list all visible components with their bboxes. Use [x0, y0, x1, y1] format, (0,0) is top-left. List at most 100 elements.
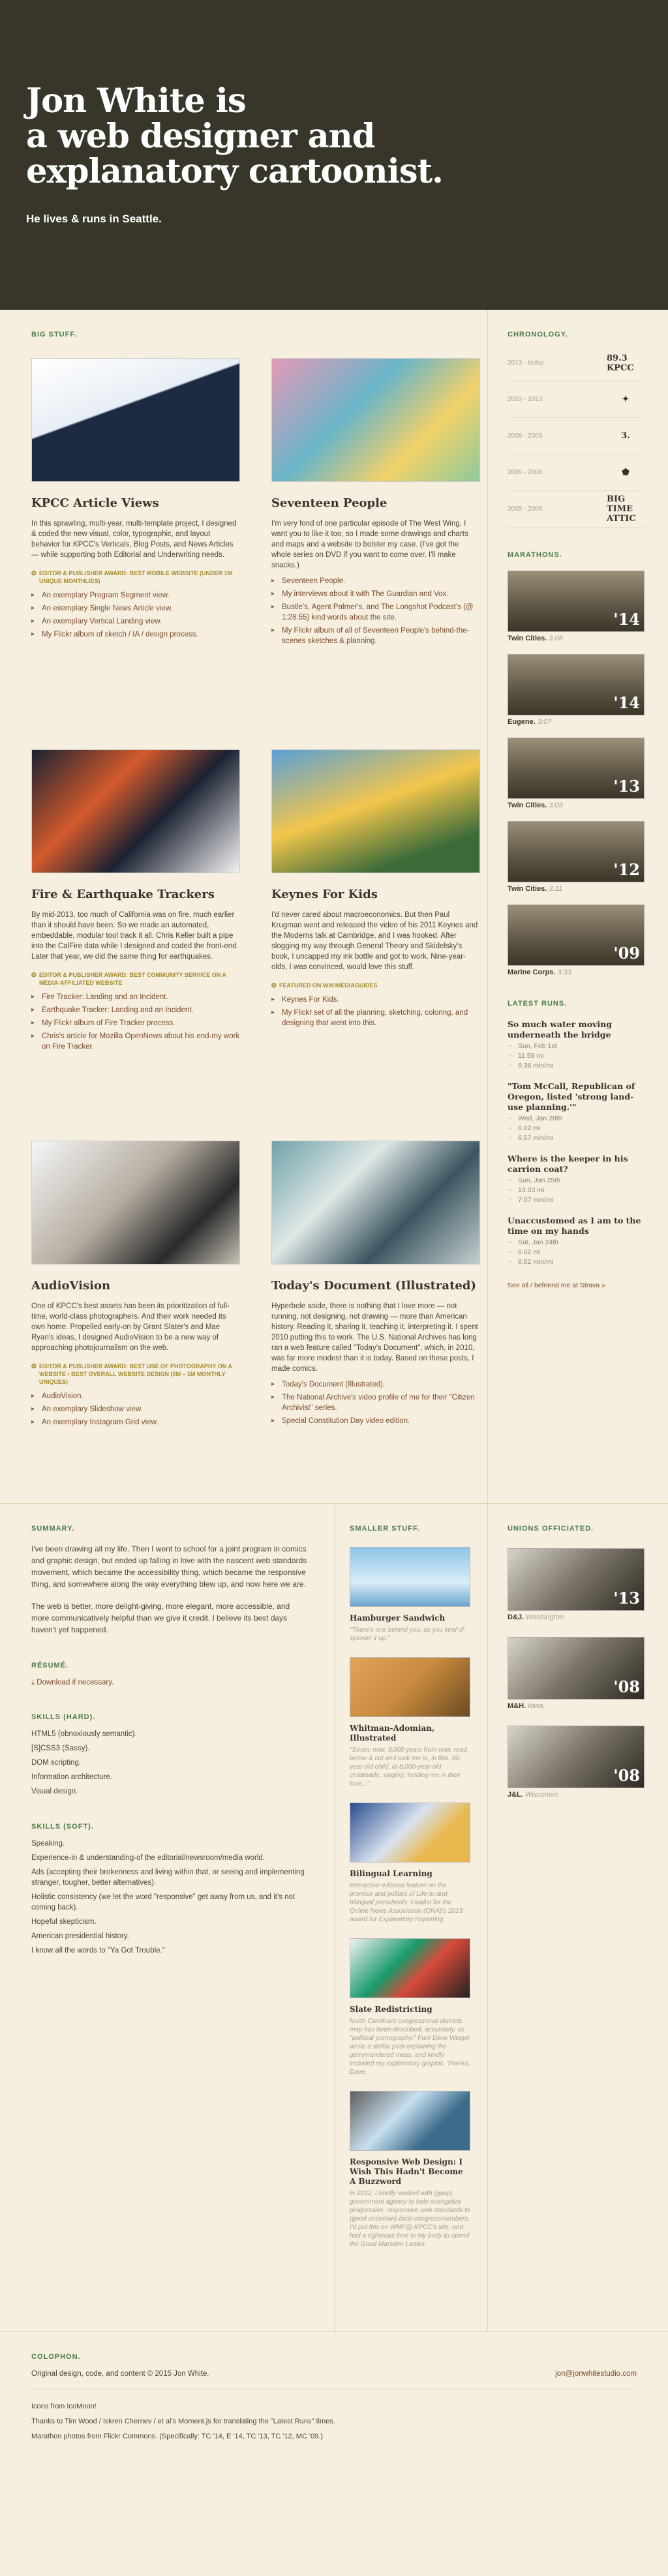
project-link[interactable]: ▸ Keynes For Kids. [271, 995, 480, 1005]
run-distance: 6.02 mi [508, 1248, 645, 1256]
project-description: Hyperbole aside, there is nothing that I… [271, 1302, 478, 1373]
run-pace: 6:52 min/mi [508, 1258, 645, 1266]
skill-item: I know all the words to "Ya Got Trouble.… [31, 1947, 165, 1954]
project-title[interactable]: Today's Document (Illustrated) [271, 1279, 480, 1293]
email-link[interactable]: jon@jonwhitestudio.com [555, 2370, 637, 2378]
smaller-title[interactable]: Responsive Web Design: I Wish This Hadn'… [350, 2157, 470, 2187]
unions-list: '13 D&J. Washington. '08 M&H. Iowa. '08 J&L. … [508, 1548, 645, 1799]
project-link[interactable]: ▸ Bustle's, Agent Palmer's, and The Longs… [271, 602, 480, 623]
project-link[interactable]: ▸ Fire Tracker: Landing and an Incident. [31, 992, 240, 1002]
project-description: By mid-2013, too much of California was … [31, 911, 239, 961]
skill-item: Information architecture. [31, 1773, 113, 1781]
marathon-photo: '14 [508, 654, 645, 715]
marathon-caption: Marine Corps. 3:33 [508, 968, 645, 976]
smaller-title[interactable]: Bilingual Learning [350, 1869, 470, 1879]
union-names: D&J. [508, 1613, 524, 1621]
project-link[interactable]: ▸ An exemplary Vertical Landing view. [31, 616, 240, 627]
project-link[interactable]: ▸ My Flickr album of Fire Tracker process… [31, 1018, 240, 1028]
project-thumbnail[interactable] [31, 749, 240, 873]
smaller-list: Hamburger Sandwich "There's one behind yo… [350, 1547, 470, 2249]
summary-paragraph: The web is better, more delight-giving, … [31, 1602, 290, 1634]
project-thumbnail[interactable] [271, 749, 480, 873]
smaller-thumbnail[interactable] [350, 1657, 470, 1717]
marathon-time: 3:09 [549, 801, 563, 809]
project-link-label: My Flickr album of all of Seventeen Peop… [282, 627, 470, 645]
project-link-label: My Flickr album of sketch / IA / design … [42, 631, 198, 638]
link-icon: ▸ [271, 577, 275, 584]
marathon-time: 3:11 [549, 885, 562, 893]
project-card: Fire & Earthquake Trackers By mid-2013, t… [31, 749, 240, 1115]
link-icon: ▸ [31, 1006, 35, 1013]
smaller-caption: Interactive editorial feature on the pro… [350, 1882, 463, 1923]
project-thumbnail[interactable] [31, 358, 240, 482]
project-link[interactable]: ▸ Earthquake Tracker: Landing and an Inci… [31, 1005, 240, 1015]
project-link[interactable]: ▸ Special Constitution Day video edition. [271, 1416, 480, 1426]
project-link-label: AudioVision. [42, 1392, 84, 1400]
project-link-label: My Flickr album of Fire Tracker process. [42, 1019, 175, 1027]
project-link[interactable]: ▸ An exemplary Instagram Grid view. [31, 1417, 240, 1428]
section-title: SUMMARY. [31, 1525, 75, 1533]
smaller-thumbnail[interactable] [350, 1547, 470, 1607]
project-link-label: An exemplary Program Segment view. [42, 592, 170, 599]
project-card: Keynes For Kids I'd never cared about mac… [271, 749, 480, 1115]
smaller-title[interactable]: Whitman-Adomian, Illustrated [350, 1724, 470, 1743]
project-title[interactable]: Keynes For Kids [271, 888, 480, 902]
run-title[interactable]: "Tom McCall, Republican of Oregon, liste… [508, 1081, 645, 1113]
smaller-thumbnail[interactable] [350, 1938, 470, 1998]
smaller-thumbnail[interactable] [350, 2091, 470, 2151]
project-title[interactable]: Seventeen People [271, 496, 480, 511]
section-title: SMALLER STUFF. [350, 1525, 420, 1533]
project-link[interactable]: ▸ My Flickr set of all the planning, sket… [271, 1008, 480, 1028]
run-date: Sun, Jan 25th [508, 1176, 645, 1184]
project-thumbnail[interactable] [271, 1141, 480, 1265]
project-card: KPCC Article Views In this sprawling, mul… [31, 358, 240, 723]
link-icon: ▸ [271, 603, 275, 610]
resume-download-link[interactable]: ⤓ Download if necessary. [31, 1679, 309, 1687]
project-link[interactable]: ▸ An exemplary Program Segment view. [31, 590, 240, 601]
run-title[interactable]: Unaccustomed as I am to the time on my h… [508, 1216, 645, 1236]
project-link-label: An exemplary Single News Article view. [42, 605, 173, 612]
run-pace: 6:36 min/mi [508, 1062, 645, 1070]
link-icon: ▸ [31, 1405, 35, 1413]
smaller-title[interactable]: Slate Redistricting [350, 2005, 470, 2014]
smaller-item: Hamburger Sandwich "There's one behind yo… [350, 1547, 470, 1643]
project-thumbnail[interactable] [271, 358, 480, 482]
credit-item: Marathon photos from Flickr Commons. (Sp… [31, 2433, 323, 2440]
run-title[interactable]: Where is the keeper in his carrion coat? [508, 1154, 645, 1175]
link-icon: ▸ [31, 1032, 35, 1040]
project-title[interactable]: KPCC Article Views [31, 496, 240, 511]
chronology-item: 2013 - today 89.3 KPCC [508, 345, 645, 382]
smaller-item: Slate Redistricting North Carolina's cong… [350, 1938, 470, 2076]
project-link[interactable]: ▸ The National Archive's video profile of… [271, 1392, 480, 1413]
union-photo: '08 [508, 1726, 645, 1788]
skill-item: [S]CSS3 (Sassy). [31, 1745, 90, 1752]
link-icon: ▸ [31, 605, 35, 612]
project-link[interactable]: ▸ Seventeen People. [271, 576, 480, 586]
run-title[interactable]: So much water moving underneath the brid… [508, 1019, 645, 1040]
project-link[interactable]: ▸ Chris's article for Mozilla OpenNews ab… [31, 1031, 240, 1052]
project-link[interactable]: ▸ My Flickr album of all of Seventeen Peo… [271, 625, 480, 646]
project-link[interactable]: ▸ My Flickr album of sketch / IA / design… [31, 629, 240, 640]
unions-section: UNIONS OFFICIATED. '13 D&J. Washington. '0… [488, 1504, 668, 2332]
section-title: SKILLS (SOFT). [31, 1823, 94, 1831]
skill-item: Hopeful skepticism. [31, 1918, 97, 1926]
project-thumbnail[interactable] [31, 1141, 240, 1265]
project-link[interactable]: ▸ Today's Document (Illustrated). [271, 1379, 480, 1390]
sidebar: CHRONOLOGY. 2013 - today 89.3 KPCC 2010 - … [488, 310, 668, 1503]
union-place: Wisconsin. [524, 1791, 560, 1799]
project-link[interactable]: ▸ AudioVision. [31, 1391, 240, 1401]
project-link[interactable]: ▸ My interviews about it with The Guardia… [271, 589, 480, 599]
project-title[interactable]: Fire & Earthquake Trackers [31, 888, 240, 902]
project-link[interactable]: ▸ An exemplary Slideshow view. [31, 1404, 240, 1415]
union-photo: '13 [508, 1548, 645, 1611]
section-title: MARATHONS. [508, 551, 562, 559]
smaller-thumbnail[interactable] [350, 1803, 470, 1863]
union-caption: M&H. Iowa. [508, 1702, 645, 1710]
project-title[interactable]: AudioVision [31, 1279, 240, 1293]
project-links: ▸ An exemplary Program Segment view. ▸ An e… [31, 590, 240, 640]
marathon-year: '12 [613, 860, 640, 879]
strava-link[interactable]: See all / befriend me at Strava » [508, 1281, 645, 1289]
marathon-place: Twin Cities. [508, 885, 547, 893]
smaller-title[interactable]: Hamburger Sandwich [350, 1613, 470, 1623]
project-link[interactable]: ▸ An exemplary Single News Article view. [31, 603, 240, 614]
